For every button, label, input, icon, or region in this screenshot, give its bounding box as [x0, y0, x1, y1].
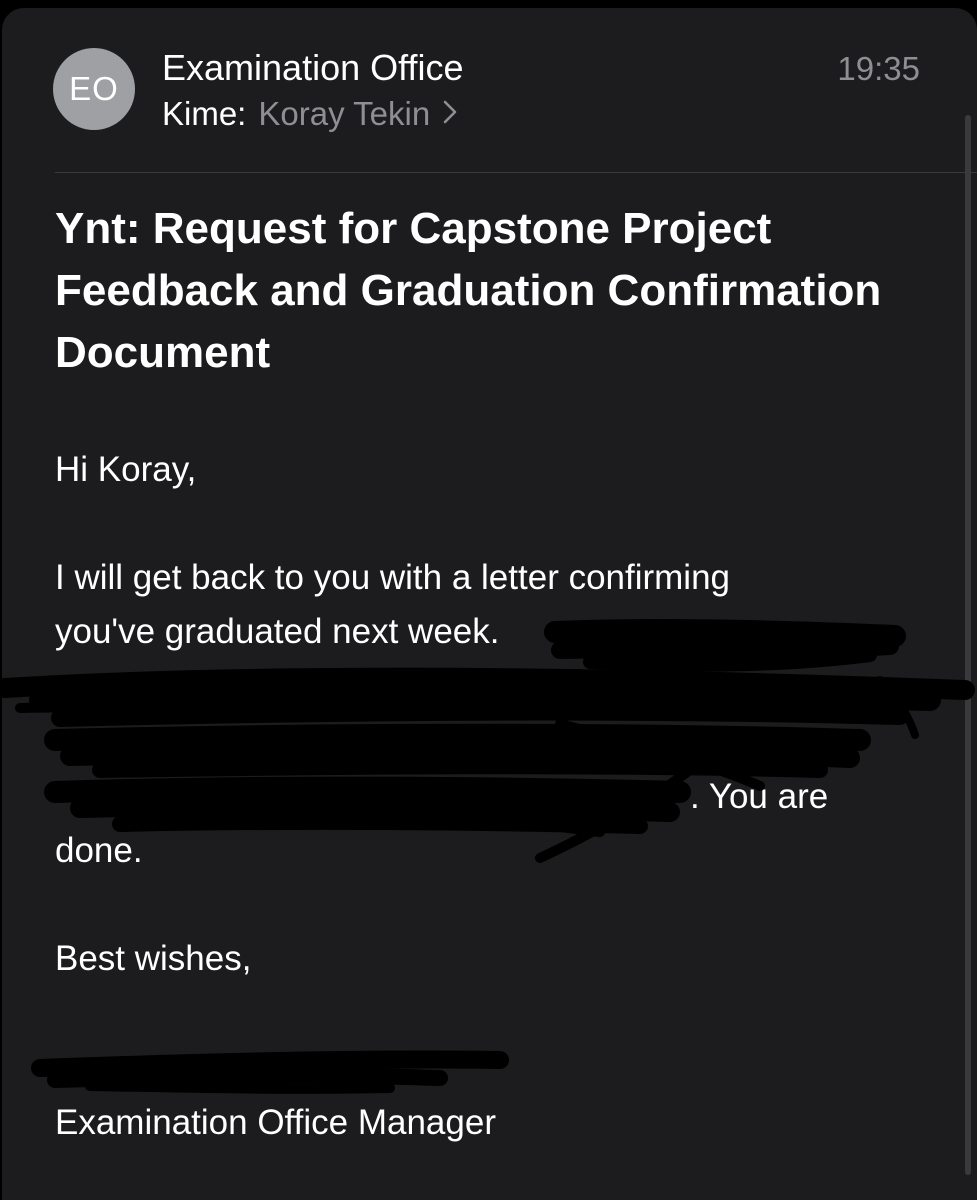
- paragraph-line-1: I will get back to you with a letter con…: [55, 558, 731, 597]
- email-subject: Ynt: Request for Capstone Project Feedba…: [55, 204, 882, 377]
- header-divider: [55, 172, 977, 173]
- recipient-prefix: Kime:: [162, 95, 247, 132]
- email-time: 19:35: [837, 50, 920, 87]
- paragraph-line-2: you've graduated next week.: [55, 612, 500, 651]
- signature-title: Examination Office Manager: [55, 1103, 496, 1142]
- closing: Best wishes,: [55, 939, 252, 978]
- paragraph-line-6: done.: [55, 831, 143, 870]
- greeting: Hi Koray,: [55, 450, 197, 489]
- paragraph-line-5-end: . You are: [690, 777, 829, 816]
- avatar[interactable]: EO: [53, 48, 135, 130]
- sender-name[interactable]: Examination Office: [162, 47, 463, 89]
- avatar-initials: EO: [69, 70, 119, 107]
- recipient-name[interactable]: Koray Tekin: [258, 95, 430, 133]
- recipient-row[interactable]: Kime: Koray Tekin: [162, 95, 458, 133]
- chevron-right-icon[interactable]: [442, 95, 458, 133]
- scrollbar[interactable]: [965, 115, 971, 1175]
